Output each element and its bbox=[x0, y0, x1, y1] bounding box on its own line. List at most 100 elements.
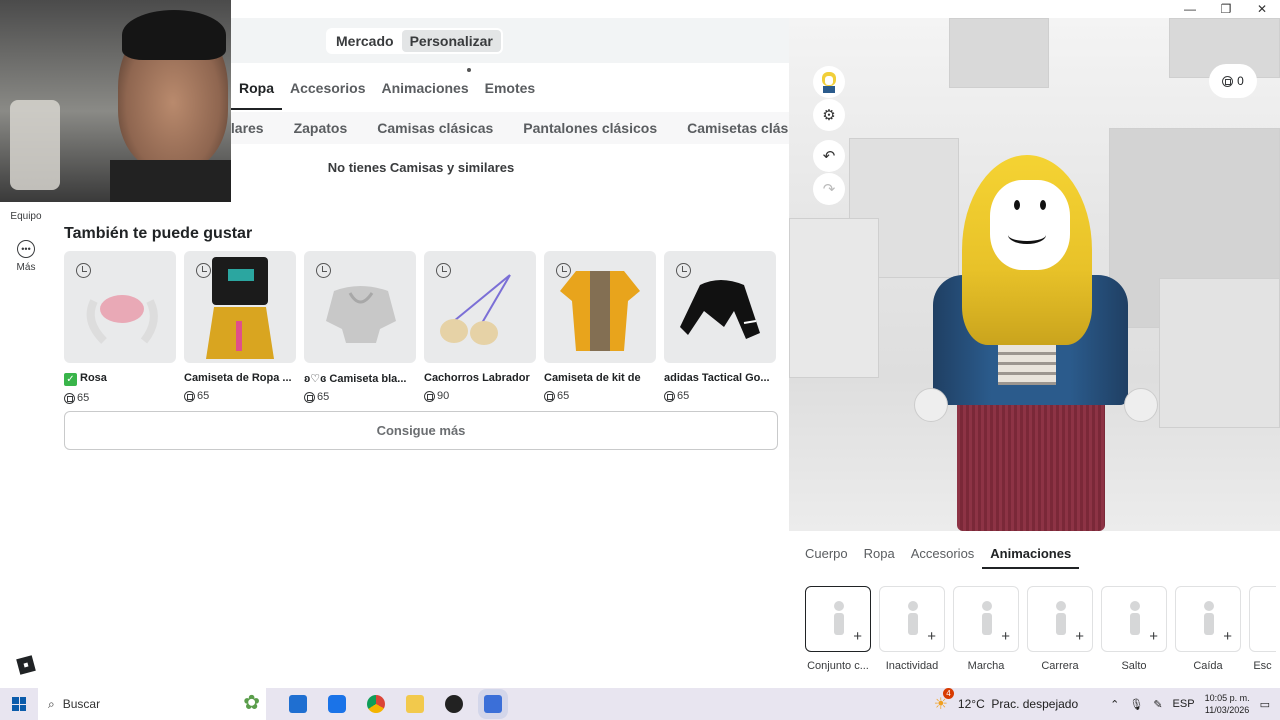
start-button[interactable] bbox=[0, 688, 38, 720]
system-tray: ☀ 4 12°C Prac. despejado ⌃ 🎙 ✎ ESP 10:05 … bbox=[934, 688, 1280, 720]
animation-label: Conjunto c... bbox=[807, 660, 869, 672]
avatar-right-eye bbox=[1040, 200, 1046, 210]
microphone-icon[interactable]: 🎙 bbox=[1129, 698, 1143, 711]
animation-item[interactable]: + Marcha bbox=[953, 586, 1019, 672]
tab-classic-shirts[interactable]: Camisas clásicas bbox=[362, 112, 508, 144]
chrome-app-icon[interactable] bbox=[366, 695, 385, 713]
plus-icon: + bbox=[1001, 628, 1010, 645]
robux-icon bbox=[184, 390, 195, 402]
avatar-left-eye bbox=[1014, 200, 1020, 210]
tab-animations-avatar[interactable]: Animaciones bbox=[982, 540, 1080, 569]
webcam-hair bbox=[122, 10, 226, 60]
animation-item[interactable]: + Salto bbox=[1101, 586, 1167, 672]
settings-button[interactable]: ⚙ bbox=[813, 99, 845, 131]
avatar-tabs: Cuerpo Ropa Accesorios Animaciones bbox=[797, 540, 1080, 569]
clock-icon bbox=[676, 263, 691, 278]
tab-shirts-partial[interactable]: ilares bbox=[231, 112, 279, 144]
item-thumbnail bbox=[424, 251, 536, 363]
sidebar-item-equipment[interactable]: Equipo bbox=[0, 211, 52, 222]
plus-icon: + bbox=[1075, 628, 1084, 645]
taskbar-search[interactable]: ⌕ Buscar ✿ bbox=[38, 688, 266, 720]
item-card[interactable]: ✓ Rosa 65 bbox=[64, 251, 176, 404]
clock-time: 10:05 p. m. bbox=[1204, 693, 1250, 703]
item-card[interactable]: ʚ♡ɞ Camiseta bla... 65 bbox=[304, 251, 416, 404]
item-price: 65 bbox=[64, 392, 176, 404]
market-tab[interactable]: Mercado bbox=[328, 30, 402, 52]
item-price: 65 bbox=[664, 390, 776, 402]
animation-label: Inactividad bbox=[885, 660, 939, 672]
recording-app-icon[interactable] bbox=[444, 695, 463, 713]
item-thumbnail bbox=[664, 251, 776, 363]
weather-icon[interactable]: ☀ 4 bbox=[934, 688, 954, 714]
animation-item[interactable]: + Conjunto c... bbox=[805, 586, 871, 672]
clock-icon bbox=[556, 263, 571, 278]
tab-body[interactable]: Cuerpo bbox=[797, 540, 856, 569]
window-controls: — ❐ ✕ bbox=[1172, 0, 1280, 18]
item-name: Cachorros Labrador bbox=[424, 372, 530, 384]
market-customize-switch: Mercado Personalizar bbox=[326, 28, 503, 54]
close-button[interactable]: ✕ bbox=[1244, 0, 1280, 18]
animation-item[interactable]: + Inactividad bbox=[879, 586, 945, 672]
flower-decoration-icon: ✿ bbox=[243, 692, 260, 714]
store-app-icon[interactable] bbox=[288, 695, 307, 713]
tab-shoes[interactable]: Zapatos bbox=[279, 112, 363, 144]
fall-figure-icon bbox=[1198, 601, 1220, 635]
avatar-headshot-button[interactable] bbox=[813, 66, 845, 98]
robux-amount: 0 bbox=[1237, 74, 1244, 88]
avatar-pants bbox=[957, 385, 1105, 531]
taskbar-clock[interactable]: 10:05 p. m. 11/03/2026 bbox=[1205, 692, 1250, 716]
redo-button[interactable]: ↷ bbox=[813, 173, 845, 205]
idle-figure-icon bbox=[902, 601, 924, 635]
avatar-right-hand bbox=[1124, 388, 1158, 422]
item-card[interactable]: adidas Tactical Go... 65 bbox=[664, 251, 776, 404]
animation-label: Salto bbox=[1121, 660, 1147, 672]
clock-icon bbox=[316, 263, 331, 278]
plus-icon: + bbox=[927, 628, 936, 645]
top-header bbox=[231, 18, 789, 63]
item-name: ʚ♡ɞ Camiseta bla... bbox=[304, 373, 407, 385]
robux-icon bbox=[64, 392, 75, 404]
tab-classic-tshirts[interactable]: Camisetas clásicas bbox=[672, 112, 789, 144]
animation-item[interactable]: Esc bbox=[1249, 586, 1276, 672]
get-more-button[interactable]: Consigue más bbox=[64, 411, 778, 450]
maximize-button[interactable]: ❐ bbox=[1208, 0, 1244, 18]
roblox-logo-icon bbox=[16, 655, 36, 675]
walk-figure-icon bbox=[976, 601, 998, 635]
notifications-icon[interactable]: ▭ bbox=[1260, 698, 1270, 711]
avatar-left-hand bbox=[914, 388, 948, 422]
jump-figure-icon bbox=[1124, 601, 1146, 635]
undo-button[interactable]: ↶ bbox=[813, 140, 845, 172]
pen-icon[interactable]: ✎ bbox=[1153, 698, 1162, 711]
minimize-button[interactable]: — bbox=[1172, 0, 1208, 18]
item-price: 65 bbox=[544, 390, 656, 402]
item-thumbnail bbox=[64, 251, 176, 363]
language-indicator[interactable]: ESP bbox=[1173, 698, 1195, 710]
tab-animations[interactable]: Animaciones bbox=[373, 70, 476, 110]
item-card[interactable]: Camiseta de Ropa ... 65 bbox=[184, 251, 296, 404]
tab-classic-pants[interactable]: Pantalones clásicos bbox=[508, 112, 672, 144]
file-explorer-icon[interactable] bbox=[405, 695, 424, 713]
item-name: Camiseta de Ropa ... bbox=[184, 372, 292, 384]
roblox-app-icon[interactable] bbox=[483, 695, 502, 713]
chevron-up-icon[interactable]: ⌃ bbox=[1110, 698, 1119, 711]
animation-item[interactable]: + Carrera bbox=[1027, 586, 1093, 672]
animation-label: Marcha bbox=[967, 660, 1005, 672]
webcam-overlay bbox=[0, 0, 231, 202]
tab-emotes[interactable]: Emotes bbox=[477, 70, 544, 110]
animation-list: + Conjunto c... + Inactividad + Marcha +… bbox=[805, 586, 1276, 672]
tab-clothing[interactable]: Ropa bbox=[231, 70, 282, 110]
outlook-app-icon[interactable] bbox=[327, 695, 346, 713]
tab-accessories-avatar[interactable]: Accesorios bbox=[903, 540, 983, 569]
weather-text[interactable]: 12°C Prac. despejado bbox=[958, 697, 1078, 711]
tab-clothing-avatar[interactable]: Ropa bbox=[856, 540, 903, 569]
sidebar-item-more[interactable]: ••• Más bbox=[0, 240, 52, 273]
customize-tab[interactable]: Personalizar bbox=[401, 30, 501, 52]
tab-accessories[interactable]: Accesorios bbox=[282, 70, 373, 110]
clock-date: 11/03/2026 bbox=[1204, 705, 1250, 715]
clock-icon bbox=[196, 263, 211, 278]
animation-item[interactable]: + Caída bbox=[1175, 586, 1241, 672]
robux-balance[interactable]: 0 bbox=[1209, 64, 1257, 98]
plus-icon: + bbox=[853, 628, 862, 645]
item-card[interactable]: Cachorros Labrador 90 bbox=[424, 251, 536, 404]
item-card[interactable]: Camiseta de kit de 65 bbox=[544, 251, 656, 404]
